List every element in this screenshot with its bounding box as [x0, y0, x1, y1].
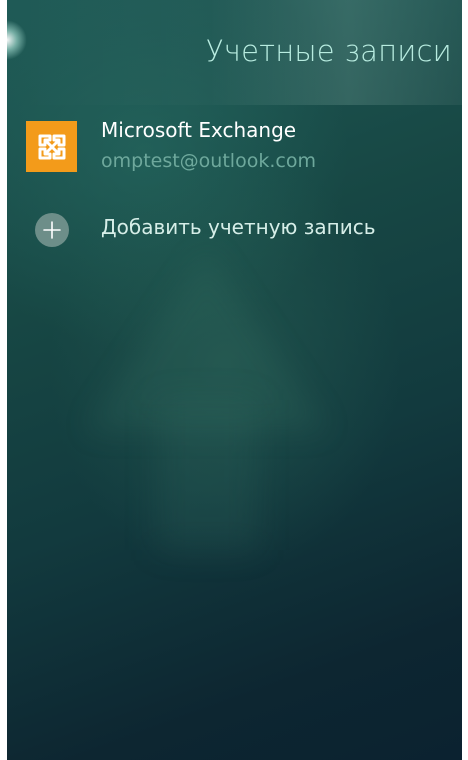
plus-icon [35, 213, 69, 247]
account-name: Microsoft Exchange [101, 118, 297, 142]
account-email: omptest@outlook.com [101, 150, 316, 172]
background-arrow-stem [157, 400, 257, 550]
microsoft-exchange-icon [26, 121, 77, 172]
accounts-screen: Учетные записи Microsoft Exchange omptes… [7, 0, 462, 760]
add-account-button[interactable]: Добавить учетную запись [7, 205, 462, 253]
add-account-label: Добавить учетную запись [101, 215, 376, 239]
page-title: Учетные записи [205, 34, 452, 68]
account-item-exchange[interactable]: Microsoft Exchange omptest@outlook.com [7, 112, 462, 188]
